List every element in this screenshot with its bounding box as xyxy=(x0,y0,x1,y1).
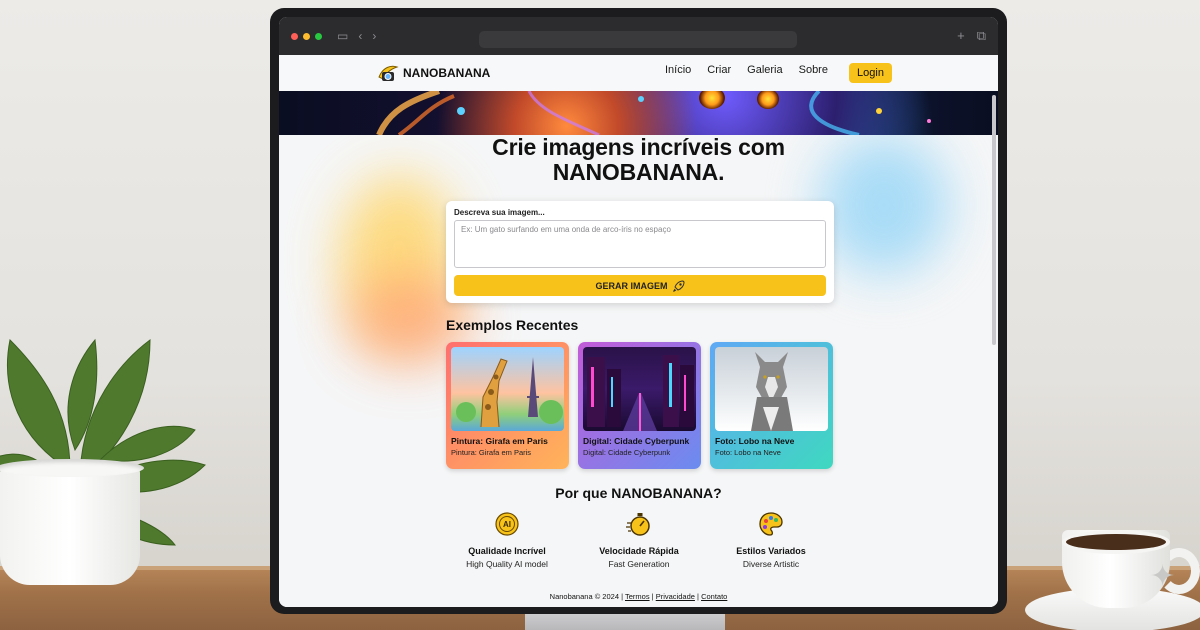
palette-icon xyxy=(759,512,783,536)
feature-title: Velocidade Rápida xyxy=(599,546,679,556)
forward-arrow-icon[interactable]: › xyxy=(372,29,376,43)
address-bar[interactable] xyxy=(479,31,797,48)
example-subtitle: Foto: Lobo na Neve xyxy=(715,448,781,457)
why-title: Por que NANOBANANA? xyxy=(555,485,722,501)
example-title: Foto: Lobo na Neve xyxy=(715,436,795,446)
example-image-cyberpunk xyxy=(583,347,696,431)
example-card-giraffe[interactable]: Pintura: Girafa em Paris Pintura: Girafa… xyxy=(446,342,569,469)
feature-quality: AI Qualidade Incrível High Quality AI mo… xyxy=(447,511,567,569)
sidebar-toggle-icon[interactable]: ▭ xyxy=(337,29,348,43)
generate-image-label: GERAR IMAGEM xyxy=(595,280,668,291)
feature-title: Estilos Variados xyxy=(736,546,806,556)
feature-subtitle: Diverse Artistic xyxy=(742,559,800,569)
example-subtitle: Digital: Cidade Cyberpunk xyxy=(583,448,671,457)
example-card-cyberpunk[interactable]: Digital: Cidade Cyberpunk Digital: Cidad… xyxy=(578,342,701,469)
feature-title: Qualidade Incrível xyxy=(468,546,546,556)
hero-title-line1: Crie imagens incríveis com xyxy=(492,134,785,160)
wolf-in-snow-photo xyxy=(751,352,793,431)
minimize-window-button[interactable] xyxy=(303,32,310,40)
footer-link-contact[interactable]: Contato xyxy=(701,592,727,601)
banana-camera-icon xyxy=(378,65,399,81)
cyberpunk-city-scene xyxy=(587,355,694,431)
close-window-button[interactable] xyxy=(291,32,298,40)
footer-link-privacy[interactable]: Privacidade xyxy=(656,592,695,601)
feature-speed: Velocidade Rápida Fast Generation xyxy=(579,511,699,569)
main-menu: Início Criar Galeria Sobre xyxy=(665,64,828,76)
example-subtitle: Pintura: Girafa em Paris xyxy=(451,448,532,457)
hero-title-line2: NANOBANANA. xyxy=(552,159,725,185)
nav-link-criar[interactable]: Criar xyxy=(707,64,731,76)
browser-toolbar: ▭ ‹ › + ⧉ xyxy=(279,17,998,55)
example-card-wolf[interactable]: Foto: Lobo na Neve Foto: Lobo na Neve xyxy=(710,342,833,469)
plant-pot xyxy=(0,459,144,585)
example-image-wolf xyxy=(715,347,828,431)
web-page: NANOBANANA Início Criar Galeria Sobre Lo… xyxy=(279,55,998,607)
brand-logo[interactable]: NANOBANANA xyxy=(377,63,490,83)
examples-title: Exemplos Recentes xyxy=(446,317,579,333)
prompt-card: Descreva sua imagem... GERAR IMAGEM xyxy=(446,201,834,303)
hero-banner-image xyxy=(279,91,998,135)
feature-subtitle: Fast Generation xyxy=(608,559,670,569)
prompt-input[interactable] xyxy=(454,220,826,268)
monitor: ▭ ‹ › + ⧉ NANOBANANA Início Criar Galeri… xyxy=(270,8,1007,614)
stopwatch-icon xyxy=(626,513,650,536)
feature-subtitle: High Quality AI model xyxy=(466,559,548,569)
prompt-label: Descreva sua imagem... xyxy=(454,208,545,217)
sparkle-icon: ✦ xyxy=(1150,560,1176,593)
footer: Nanobanana © 2024 | Termos | Privacidade… xyxy=(279,592,998,601)
footer-copyright: Nanobanana © 2024 | xyxy=(549,592,624,601)
new-tab-icon[interactable]: + xyxy=(957,28,965,44)
example-title: Digital: Cidade Cyberpunk xyxy=(583,436,690,446)
footer-separator: | xyxy=(697,592,699,601)
maximize-window-button[interactable] xyxy=(315,32,322,40)
page-scrollbar[interactable] xyxy=(992,95,996,345)
svg-text:AI: AI xyxy=(503,520,511,529)
login-button[interactable]: Login xyxy=(849,63,892,83)
tab-overview-icon[interactable]: ⧉ xyxy=(977,28,986,44)
footer-link-terms[interactable]: Termos xyxy=(625,592,650,601)
banner-swirls xyxy=(376,91,931,135)
brand-name: NANOBANANA xyxy=(403,66,491,80)
ai-badge-icon: AI xyxy=(495,512,519,536)
rocket-icon xyxy=(672,279,685,292)
hero-heading: Crie imagens incríveis com NANOBANANA. xyxy=(279,135,998,185)
screen: ▭ ‹ › + ⧉ NANOBANANA Início Criar Galeri… xyxy=(279,17,998,607)
nav-link-galeria[interactable]: Galeria xyxy=(747,64,782,76)
generate-image-button[interactable]: GERAR IMAGEM xyxy=(454,275,826,296)
giraffe-eiffel-painting xyxy=(456,357,563,428)
nav-link-sobre[interactable]: Sobre xyxy=(799,64,828,76)
back-arrow-icon[interactable]: ‹ xyxy=(358,29,362,43)
nav-link-inicio[interactable]: Início xyxy=(665,64,691,76)
footer-separator: | xyxy=(651,592,654,601)
monitor-stand xyxy=(525,612,725,630)
feature-styles: Estilos Variados Diverse Artistic xyxy=(711,511,831,569)
top-navbar: NANOBANANA Início Criar Galeria Sobre Lo… xyxy=(279,55,998,91)
example-title: Pintura: Girafa em Paris xyxy=(451,436,548,446)
example-image-giraffe xyxy=(451,347,564,431)
